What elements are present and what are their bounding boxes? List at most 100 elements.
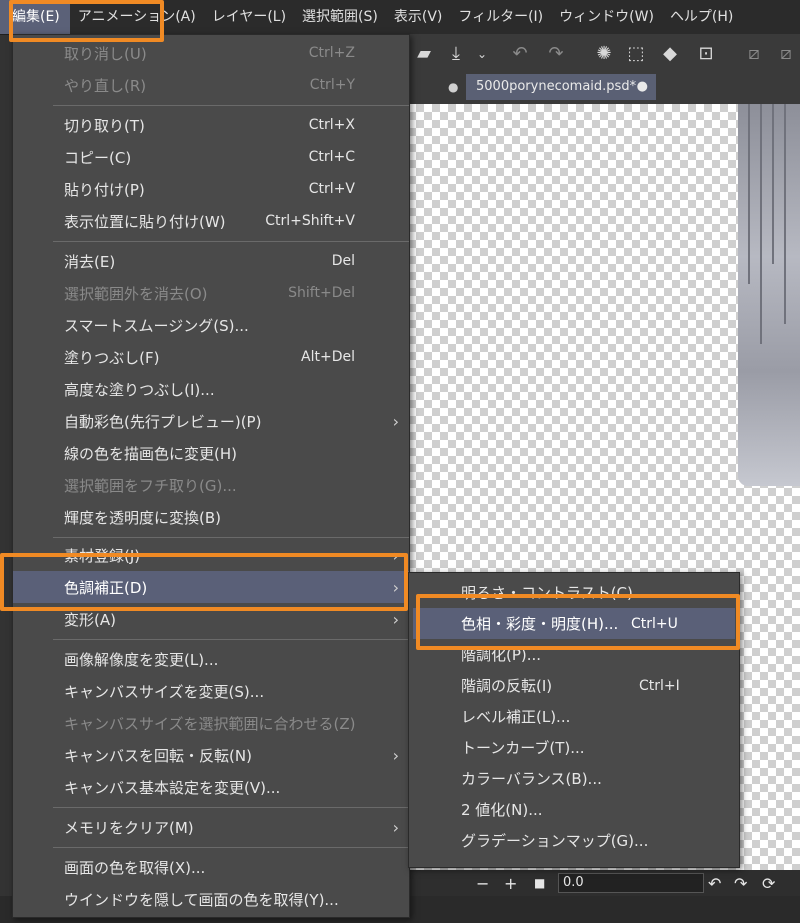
submenu-item-posterization[interactable]: 階調化(P)...	[409, 639, 739, 670]
reset-rotation-icon[interactable]: ⟳	[762, 874, 775, 893]
menu-item-delete-outside[interactable]: 選択範囲外を消去(O) Shift+Del	[13, 277, 409, 309]
menu-item-border-selection[interactable]: 選択範囲をフチ取り(G)...	[13, 469, 409, 501]
menu-separator	[53, 639, 409, 640]
menu-item-delete[interactable]: 消去(E) Del	[13, 245, 409, 277]
menu-item-auto-color[interactable]: 自動彩色(先行プレビュー)(P) ›	[13, 405, 409, 437]
menu-edit[interactable]: 編集(E)	[0, 0, 70, 34]
menu-item-change-line-color[interactable]: 線の色を描画色に変更(H)	[13, 437, 409, 469]
menu-item-luminance-to-opacity[interactable]: 輝度を透明度に変換(B)	[13, 501, 409, 533]
menu-item-cut[interactable]: 切り取り(T) Ctrl+X	[13, 109, 409, 141]
tab-modified-dot: ●	[448, 80, 459, 94]
menu-item-label: 塗りつぶし(F)	[64, 348, 160, 367]
menu-item-label: 高度な塗りつぶし(I)...	[64, 380, 215, 399]
menu-item-label: 階調化(P)...	[461, 646, 542, 664]
menu-item-label: キャンバスサイズを変更(S)...	[64, 682, 265, 701]
menu-item-label: キャンバス基本設定を変更(V)...	[64, 778, 281, 797]
menu-item-label: 色相・彩度・明度(H)...	[461, 615, 619, 633]
chevron-right-icon: ›	[392, 609, 399, 629]
menu-separator	[53, 807, 409, 808]
menu-item-copy[interactable]: コピー(C) Ctrl+C	[13, 141, 409, 173]
menu-item-label: キャンバスサイズを選択範囲に合わせる(Z)	[64, 714, 356, 733]
submenu-item-reverse-gradient[interactable]: 階調の反転(I) Ctrl+I	[409, 670, 739, 701]
menu-item-transform[interactable]: 変形(A) ›	[13, 603, 409, 635]
submenu-item-binarization[interactable]: 2 値化(N)...	[409, 794, 739, 825]
save-icon[interactable]: ⤓	[444, 42, 468, 66]
menu-item-tonal-correction[interactable]: 色調補正(D) ›	[13, 571, 409, 603]
select-area-icon[interactable]: ⬚	[624, 42, 648, 66]
clear-selection-icon[interactable]: ⧄	[742, 42, 766, 66]
stop-icon[interactable]: ■	[534, 876, 545, 890]
menu-item-shortcut: Ctrl+V	[308, 181, 355, 197]
menu-item-hide-window-pick-color[interactable]: ウインドウを隠して画面の色を取得(Y)...	[13, 883, 409, 915]
menu-window[interactable]: ウィンドウ(W)	[551, 0, 662, 34]
menu-item-register-material[interactable]: 素材登録(J) ›	[13, 539, 409, 571]
menu-item-paste-in-place[interactable]: 表示位置に貼り付け(W) Ctrl+Shift+V	[13, 205, 409, 237]
tonal-correction-submenu: 明るさ・コントラスト(C)... 色相・彩度・明度(H)... Ctrl+U 階調…	[408, 572, 740, 868]
chevron-down-icon[interactable]: ⌄	[470, 42, 494, 66]
submenu-item-brightness-contrast[interactable]: 明るさ・コントラスト(C)...	[409, 577, 739, 608]
transform-icon[interactable]: ⊡	[694, 42, 718, 66]
menu-item-label: コピー(C)	[64, 148, 132, 167]
menu-selection[interactable]: 選択範囲(S)	[294, 0, 386, 34]
menu-item-advanced-fill[interactable]: 高度な塗りつぶし(I)...	[13, 373, 409, 405]
menu-item-label: 選択範囲をフチ取り(G)...	[64, 476, 237, 495]
chevron-right-icon: ›	[392, 817, 399, 837]
menu-separator	[53, 847, 409, 848]
rotate-left-icon[interactable]: ↶	[708, 874, 721, 893]
tab-modified-dot: ●	[636, 79, 648, 94]
menu-item-smart-smoothing[interactable]: スマートスムージング(S)...	[13, 309, 409, 341]
menu-item-pick-screen-color[interactable]: 画面の色を取得(X)...	[13, 851, 409, 883]
invert-selection-icon[interactable]: ⧄	[774, 42, 798, 66]
menu-item-rotate-flip-canvas[interactable]: キャンバスを回転・反転(N) ›	[13, 739, 409, 771]
menu-item-shortcut: Shift+Del	[288, 285, 355, 301]
chevron-right-icon: ›	[392, 745, 399, 765]
menu-item-label: メモリをクリア(M)	[64, 818, 194, 837]
menu-item-shortcut: Ctrl+Z	[308, 45, 355, 61]
menu-item-shortcut: Ctrl+I	[639, 677, 680, 694]
menu-item-clear-memory[interactable]: メモリをクリア(M) ›	[13, 811, 409, 843]
menu-item-shortcut: Alt+Del	[301, 349, 355, 365]
menu-view[interactable]: 表示(V)	[386, 0, 451, 34]
undo-icon[interactable]: ↶	[508, 42, 532, 66]
submenu-item-hue-saturation-luminosity[interactable]: 色相・彩度・明度(H)... Ctrl+U	[413, 608, 735, 639]
tab-document[interactable]: 5000porynecomaid.psd* ●	[466, 74, 656, 100]
menu-item-label: 選択範囲外を消去(O)	[64, 284, 208, 303]
zoom-out-icon[interactable]: −	[476, 874, 489, 893]
menu-item-label: レベル補正(L)...	[461, 708, 571, 726]
menu-item-change-resolution[interactable]: 画像解像度を変更(L)...	[13, 643, 409, 675]
menu-item-shortcut: Ctrl+Shift+V	[265, 213, 355, 229]
command-bar: ▰ ⤓ ⌄ ↶ ↷ ✺ ⬚ ◆ ⊡ ⧄ ⧄	[408, 34, 800, 75]
submenu-item-gradient-map[interactable]: グラデーションマップ(G)...	[409, 825, 739, 856]
menu-item-label: 表示位置に貼り付け(W)	[64, 212, 226, 231]
rotate-right-icon[interactable]: ↷	[734, 874, 747, 893]
menu-item-label: キャンバスを回転・反転(N)	[64, 746, 252, 765]
menu-animation[interactable]: アニメーション(A)	[70, 0, 204, 34]
menu-item-label: 素材登録(J)	[64, 546, 141, 565]
chevron-right-icon: ›	[392, 411, 399, 431]
menu-separator	[53, 105, 409, 106]
fill-icon[interactable]: ◆	[658, 42, 682, 66]
menu-item-canvas-settings[interactable]: キャンバス基本設定を変更(V)...	[13, 771, 409, 803]
loading-icon[interactable]: ✺	[592, 42, 616, 66]
menu-item-fit-canvas-to-selection[interactable]: キャンバスサイズを選択範囲に合わせる(Z)	[13, 707, 409, 739]
menu-item-shortcut: Ctrl+Y	[309, 77, 355, 93]
menu-item-change-canvas-size[interactable]: キャンバスサイズを変更(S)...	[13, 675, 409, 707]
menu-item-undo[interactable]: 取り消し(U) Ctrl+Z	[13, 37, 409, 69]
menu-separator	[53, 241, 409, 242]
submenu-item-tone-curve[interactable]: トーンカーブ(T)...	[409, 732, 739, 763]
menu-help[interactable]: ヘルプ(H)	[662, 0, 741, 34]
menu-item-paste[interactable]: 貼り付け(P) Ctrl+V	[13, 173, 409, 205]
menu-filter[interactable]: フィルター(I)	[450, 0, 551, 34]
menu-item-fill[interactable]: 塗りつぶし(F) Alt+Del	[13, 341, 409, 373]
zoom-field[interactable]: 0.0	[558, 873, 704, 893]
menu-item-redo[interactable]: やり直し(R) Ctrl+Y	[13, 69, 409, 101]
menu-item-label: ウインドウを隠して画面の色を取得(Y)...	[64, 890, 339, 909]
menu-item-shortcut: Ctrl+C	[308, 149, 355, 165]
submenu-item-level-correction[interactable]: レベル補正(L)...	[409, 701, 739, 732]
open-folder-icon[interactable]: ▰	[412, 42, 436, 66]
menu-item-label: グラデーションマップ(G)...	[461, 832, 649, 850]
submenu-item-color-balance[interactable]: カラーバランス(B)...	[409, 763, 739, 794]
menu-layer[interactable]: レイヤー(L)	[204, 0, 294, 34]
redo-icon[interactable]: ↷	[544, 42, 568, 66]
zoom-in-icon[interactable]: +	[504, 874, 517, 893]
